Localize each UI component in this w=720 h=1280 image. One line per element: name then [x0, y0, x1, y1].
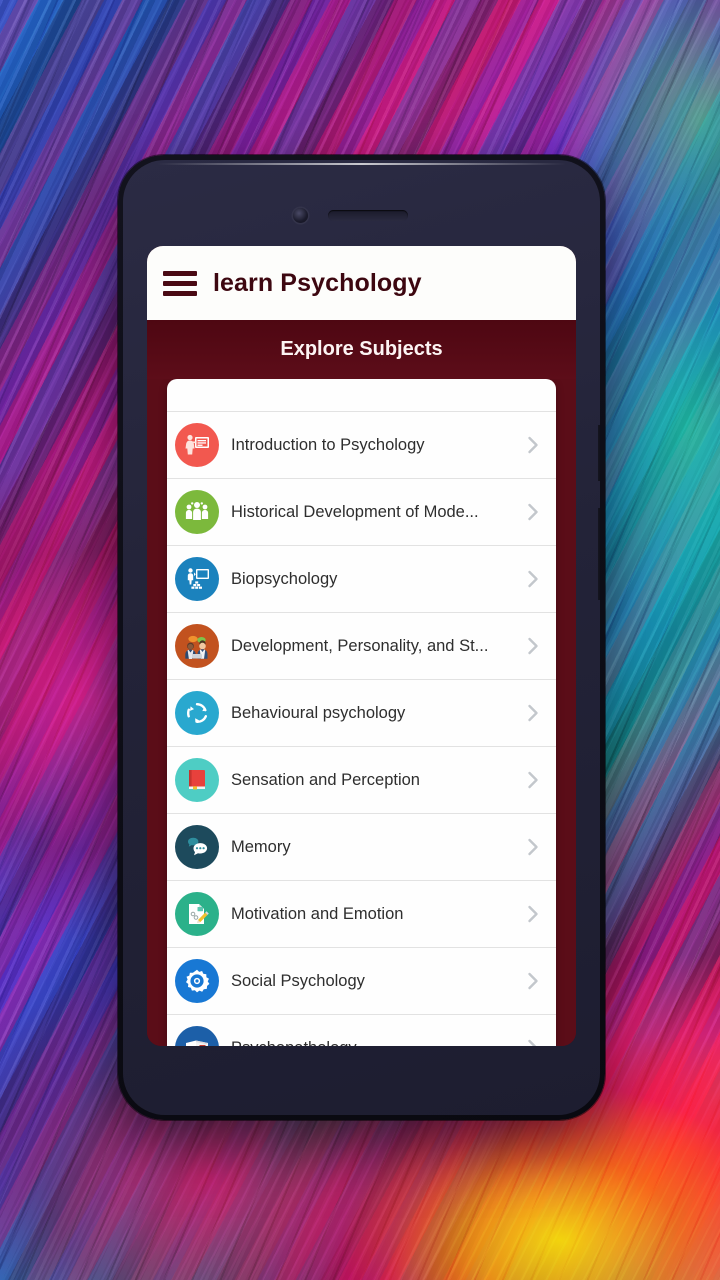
list-item-label: Introduction to Psychology: [231, 435, 425, 454]
list-item[interactable]: Memory: [167, 813, 556, 880]
people-group-icon: [175, 490, 219, 534]
list-item-label: Memory: [231, 837, 291, 856]
chevron-right-icon[interactable]: [520, 432, 546, 458]
chevron-right-icon[interactable]: [520, 767, 546, 793]
list-item-label: Motivation and Emotion: [231, 904, 404, 923]
subject-list-container: Introduction to Psychology Historical De…: [147, 379, 576, 1046]
list-item-label: Historical Development of Mode...: [231, 502, 479, 521]
section-title: Explore Subjects: [280, 338, 443, 360]
list-item-label: Biopsychology: [231, 569, 338, 588]
section-header: Explore Subjects: [147, 320, 576, 379]
card-top-spacer: [167, 379, 556, 411]
teacher-whiteboard-icon: [175, 423, 219, 467]
red-book-icon: [175, 758, 219, 802]
list-item[interactable]: Behavioural psychology: [167, 679, 556, 746]
chevron-right-icon[interactable]: [520, 566, 546, 592]
chevron-right-icon[interactable]: [520, 633, 546, 659]
subject-list-card[interactable]: Introduction to Psychology Historical De…: [167, 379, 556, 1046]
app-bar: learn Psychology: [147, 246, 576, 320]
hamburger-bar: [163, 270, 197, 276]
chevron-right-icon[interactable]: [520, 1035, 546, 1046]
list-item[interactable]: Social Psychology: [167, 947, 556, 1014]
list-item[interactable]: Historical Development of Mode...: [167, 478, 556, 545]
bezel-top-highlight: [157, 163, 566, 165]
hamburger-bar: [163, 290, 197, 296]
phone-bezel: learn Psychology Explore Subjects Introd…: [123, 160, 600, 1115]
presentation-chart-icon: [175, 557, 219, 601]
cycle-arrows-icon: [175, 691, 219, 735]
phone-screen: learn Psychology Explore Subjects Introd…: [147, 246, 576, 1046]
list-item[interactable]: Sensation and Perception: [167, 746, 556, 813]
chevron-right-icon[interactable]: [520, 834, 546, 860]
earpiece-speaker-icon: [328, 210, 408, 221]
gear-icon: [175, 959, 219, 1003]
chevron-right-icon[interactable]: [520, 700, 546, 726]
list-item-label: Social Psychology: [231, 971, 365, 990]
notebook-pencil-icon: [175, 1026, 219, 1046]
list-item-label: Development, Personality, and St...: [231, 636, 489, 655]
chevron-right-icon[interactable]: [520, 499, 546, 525]
list-item-label: Psychopathology: [231, 1039, 520, 1047]
phone-device-frame: learn Psychology Explore Subjects Introd…: [118, 155, 605, 1120]
power-button[interactable]: [598, 508, 600, 600]
two-people-chat-icon: [175, 624, 219, 668]
list-item-label: Behavioural psychology: [231, 703, 406, 722]
list-item-label: Sensation and Perception: [231, 770, 420, 789]
page-title: learn Psychology: [213, 268, 422, 297]
chevron-right-icon[interactable]: [520, 968, 546, 994]
list-item[interactable]: Psychopathology: [167, 1014, 556, 1046]
document-pencil-icon: [175, 892, 219, 936]
front-camera-icon: [293, 208, 308, 223]
list-item[interactable]: Introduction to Psychology: [167, 411, 556, 478]
list-item[interactable]: Motivation and Emotion: [167, 880, 556, 947]
speech-bubbles-icon: [175, 825, 219, 869]
list-item[interactable]: Biopsychology: [167, 545, 556, 612]
hamburger-bar: [163, 280, 197, 286]
list-item[interactable]: Development, Personality, and St...: [167, 612, 556, 679]
chevron-right-icon[interactable]: [520, 901, 546, 927]
hamburger-menu-icon[interactable]: [163, 266, 197, 300]
volume-button[interactable]: [598, 425, 600, 481]
